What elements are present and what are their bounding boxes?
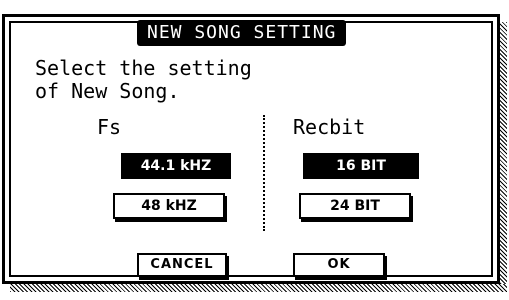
- recbit-label: Recbit: [293, 115, 366, 139]
- fs-label: Fs: [97, 115, 122, 139]
- ok-button[interactable]: OK: [293, 253, 385, 277]
- dialog-message-line-2: of New Song.: [35, 79, 180, 103]
- dialog-message: Select the setting of New Song.: [35, 57, 252, 103]
- fs-option-44-1khz[interactable]: 44.1 kHZ: [121, 153, 231, 179]
- dialog-message-line-1: Select the setting: [35, 56, 252, 80]
- dialog-shadow-bottom: [10, 284, 507, 292]
- dialog-shadow-right: [500, 22, 507, 292]
- dialog-title: NEW SONG SETTING: [137, 20, 347, 46]
- recbit-option-24bit[interactable]: 24 BIT: [299, 193, 411, 219]
- cancel-button[interactable]: CANCEL: [137, 253, 227, 277]
- recbit-option-16bit[interactable]: 16 BIT: [303, 153, 419, 179]
- new-song-setting-dialog: NEW SONG SETTING Select the setting of N…: [2, 14, 500, 284]
- fs-option-48khz[interactable]: 48 kHZ: [113, 193, 225, 219]
- section-divider: [263, 115, 265, 231]
